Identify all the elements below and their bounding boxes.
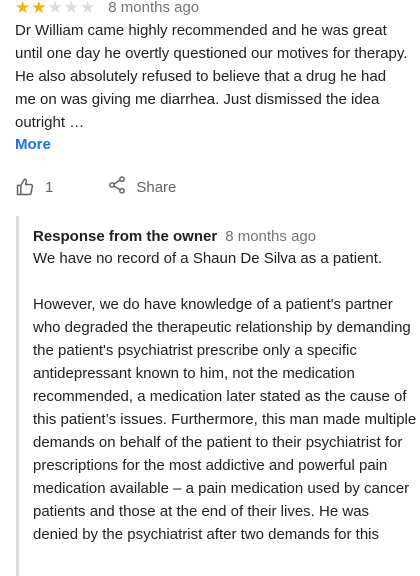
more-link[interactable]: More xyxy=(15,134,51,156)
star-icon: ★ xyxy=(63,0,79,17)
star-icon: ★ xyxy=(80,0,96,17)
star-icon: ★ xyxy=(31,0,47,17)
star-icon: ★ xyxy=(15,0,31,17)
owner-response: Response from the owner 8 months ago We h… xyxy=(16,216,420,576)
like-button[interactable]: 1 xyxy=(15,177,53,197)
owner-response-header: Response from the owner 8 months ago xyxy=(33,227,316,247)
share-button[interactable]: Share xyxy=(107,175,176,200)
star-icon: ★ xyxy=(47,0,63,17)
star-rating: ★ ★ ★ ★ ★ xyxy=(15,0,95,16)
owner-response-text: We have no record of a Shaun De Silva as… xyxy=(33,247,418,546)
owner-response-paragraph: However, we do have knowledge of a patie… xyxy=(33,296,417,543)
review-actions: 1 Share xyxy=(15,174,176,200)
review-rating-row: ★ ★ ★ ★ ★ 8 months ago xyxy=(15,0,199,18)
thumbs-up-icon xyxy=(15,177,35,197)
owner-response-title: Response from the owner xyxy=(33,228,218,245)
share-icon xyxy=(107,175,127,200)
owner-response-paragraph: We have no record of a Shaun De Silva as… xyxy=(33,250,383,267)
owner-response-time: 8 months ago xyxy=(225,228,317,245)
share-label: Share xyxy=(136,178,177,196)
review-text: Dr William came highly recommended and h… xyxy=(15,22,408,131)
like-count: 1 xyxy=(45,178,54,196)
review-time: 8 months ago xyxy=(108,0,200,16)
